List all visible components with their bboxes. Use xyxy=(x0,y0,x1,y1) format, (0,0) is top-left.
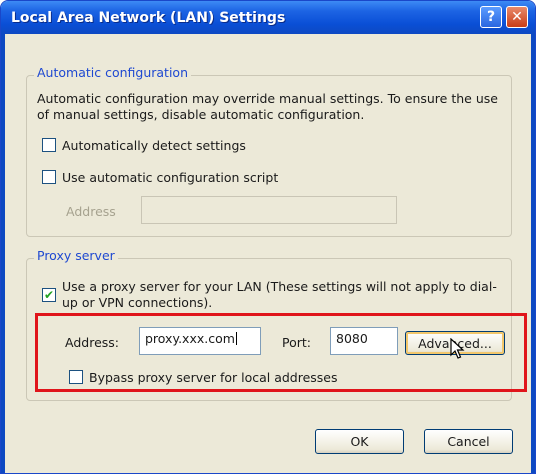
auto-config-legend: Automatic configuration xyxy=(34,65,191,80)
lan-settings-dialog: Local Area Network (LAN) Settings ? ✕ Au… xyxy=(0,0,536,474)
auto-detect-checkbox[interactable] xyxy=(42,138,56,152)
ok-button[interactable]: OK xyxy=(315,429,404,454)
close-icon: ✕ xyxy=(511,9,523,25)
mouse-pointer-icon xyxy=(450,338,465,359)
help-button[interactable]: ? xyxy=(480,6,502,28)
auto-config-description: Automatic configuration may override man… xyxy=(37,91,498,122)
use-proxy-label[interactable]: Use a proxy server for your LAN (These s… xyxy=(62,279,502,311)
script-address-label: Address xyxy=(66,204,116,219)
title-bar[interactable]: Local Area Network (LAN) Settings ? ✕ xyxy=(1,1,535,34)
use-proxy-checkbox[interactable]: ✔ xyxy=(42,288,56,302)
auto-detect-label[interactable]: Automatically detect settings xyxy=(62,138,246,153)
proxy-server-legend: Proxy server xyxy=(34,248,118,263)
help-icon: ? xyxy=(486,9,496,25)
script-address-field xyxy=(141,196,397,224)
window-frame-right xyxy=(531,34,535,473)
cancel-button[interactable]: Cancel xyxy=(424,429,513,454)
close-button[interactable]: ✕ xyxy=(506,6,528,28)
auto-script-checkbox[interactable] xyxy=(42,170,56,184)
window-title: Local Area Network (LAN) Settings xyxy=(11,10,286,26)
auto-script-label[interactable]: Use automatic configuration script xyxy=(62,170,278,185)
checkmark-icon: ✔ xyxy=(43,288,55,302)
window-frame-left xyxy=(1,34,5,473)
